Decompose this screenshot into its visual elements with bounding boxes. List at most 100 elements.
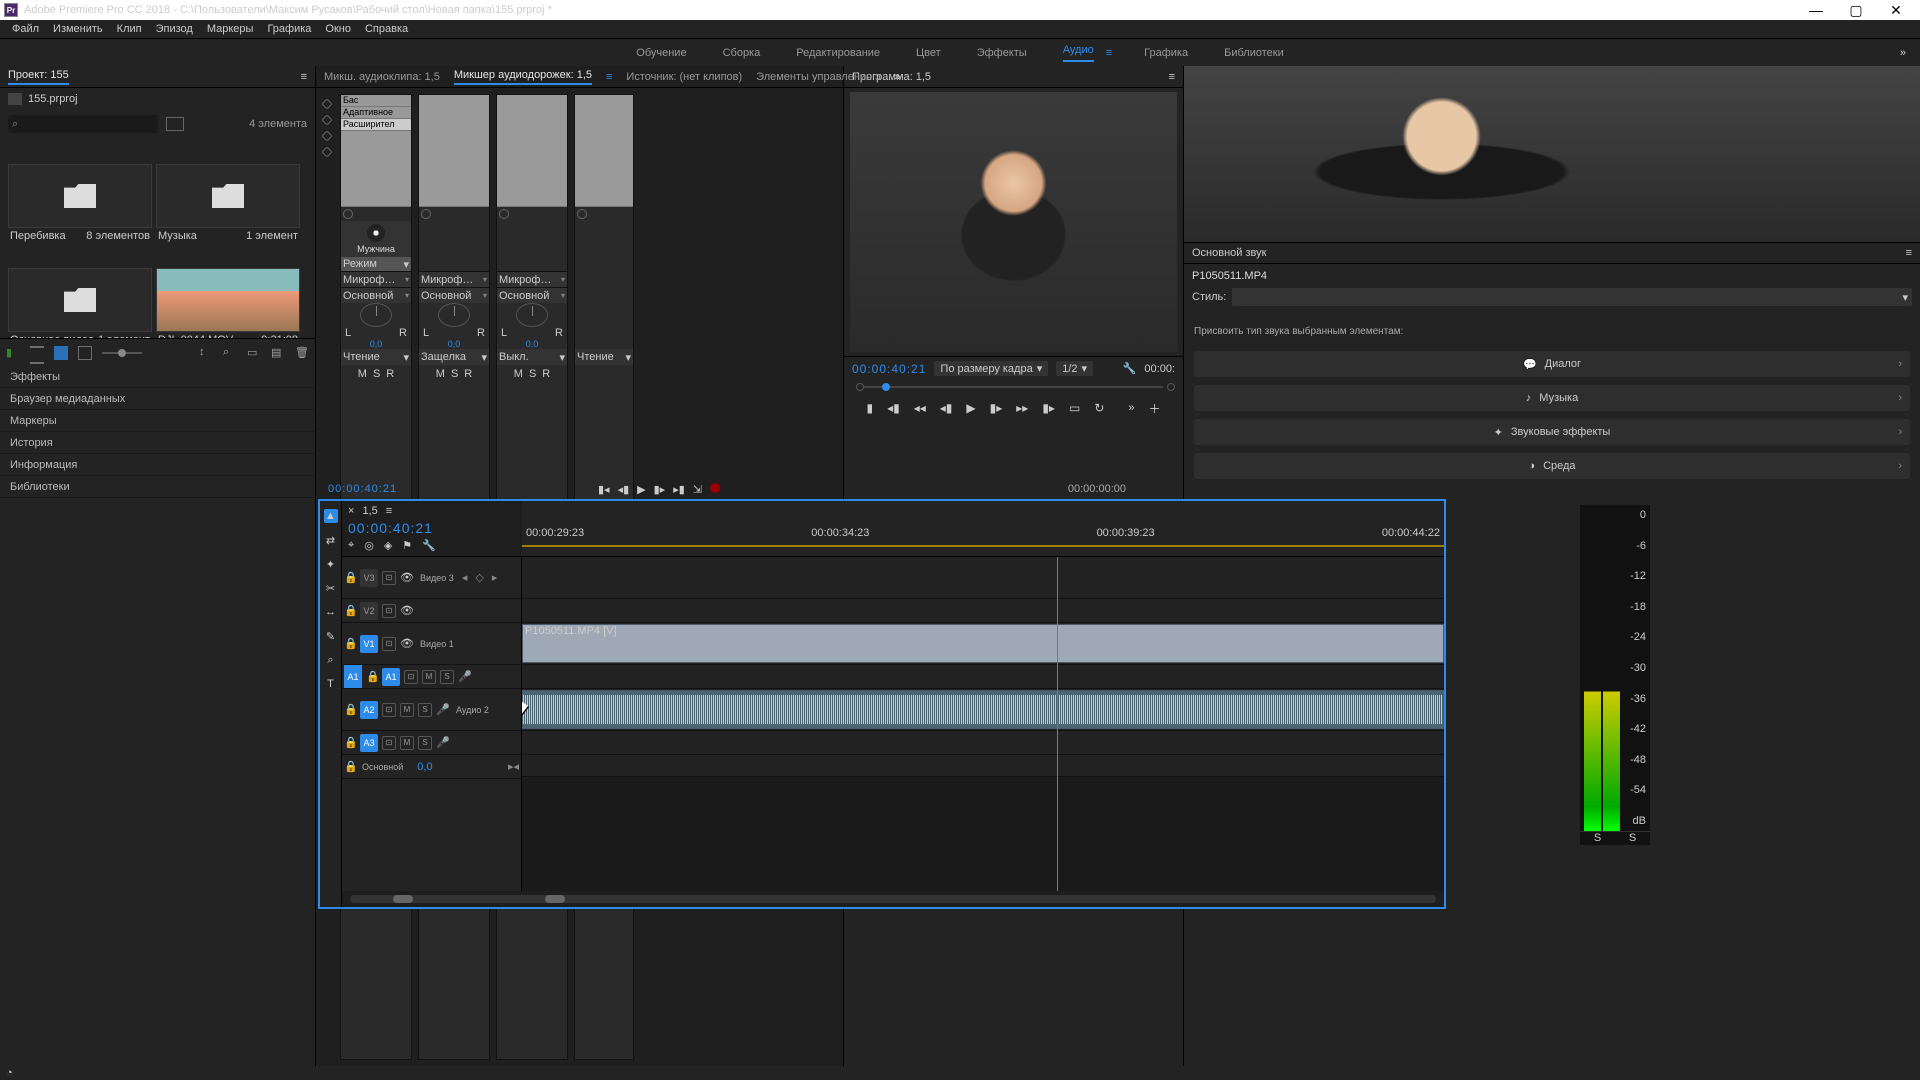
fx-slot-bass[interactable]: Бас	[341, 95, 411, 107]
record-button[interactable]: R	[464, 368, 472, 380]
type-tool[interactable]: T	[324, 677, 338, 691]
go-to-in[interactable]: ▮◂	[598, 483, 610, 496]
mute-button[interactable]: M	[400, 703, 414, 717]
sync-lock[interactable]: ⊡	[382, 604, 396, 618]
new-item-button[interactable]: ▤	[271, 346, 285, 360]
zoom-fit-dropdown[interactable]: По размеру кадра▾	[934, 361, 1048, 376]
output-dropdown[interactable]: Основной▾	[341, 287, 411, 303]
timeline-lanes[interactable]: P1050511.MP4 [V]	[522, 557, 1444, 891]
source-patch[interactable]: A1	[344, 665, 362, 688]
track-target[interactable]: A3	[360, 734, 378, 752]
send-slot[interactable]	[419, 207, 489, 221]
timeline-ruler[interactable]: 00:00:29:23 00:00:34:23 00:00:39:23 00:0…	[522, 501, 1444, 556]
mic-icon[interactable]: 🎤	[458, 670, 472, 683]
workspace-tab-audio[interactable]: Аудио	[1059, 44, 1098, 62]
step-forward-button[interactable]: ▮▸	[990, 401, 1003, 415]
track-v2-header[interactable]: 🔒 V2 ⊡ 👁	[342, 599, 521, 623]
mixer-show-hide-icon[interactable]	[321, 98, 332, 109]
track-target[interactable]: V1	[360, 635, 378, 653]
master-value[interactable]: 0,0	[417, 761, 432, 773]
ambience-button[interactable]: ◑Среда›	[1194, 453, 1910, 479]
sync-lock[interactable]: ⊡	[404, 670, 418, 684]
go-to-in-button[interactable]: ◂◂	[914, 401, 926, 415]
delete-button[interactable]: 🗑	[295, 346, 309, 360]
automation-mode-dropdown[interactable]: Выкл.▾	[497, 349, 567, 365]
mute-button[interactable]: M	[400, 736, 414, 750]
essential-sound-title[interactable]: Основной звук	[1192, 247, 1266, 259]
solo-button[interactable]: S	[373, 368, 380, 380]
linked-sel-icon[interactable]: ◎	[364, 539, 374, 552]
workspace-tab-assembly[interactable]: Сборка	[719, 47, 765, 59]
mixer-fx-icon[interactable]	[321, 114, 332, 125]
tab-effect-controls[interactable]: Элементы управления э	[756, 71, 881, 83]
project-panel-title[interactable]: Проект: 155	[8, 69, 69, 85]
track-target[interactable]: A2	[360, 701, 378, 719]
bin-music[interactable]: Музыка1 элемент	[156, 142, 300, 242]
record-button[interactable]: R	[542, 368, 550, 380]
track-target[interactable]: A1	[382, 668, 400, 686]
mute-button[interactable]: M	[436, 368, 445, 380]
track-a3-header[interactable]: 🔒 A3 ⊡ M S 🎤	[342, 731, 521, 755]
solo-button[interactable]: S	[418, 703, 432, 717]
automation-mode-dropdown[interactable]: Чтение▾	[341, 349, 411, 365]
solo-button[interactable]: S	[451, 368, 458, 380]
program-video[interactable]	[850, 92, 1177, 352]
mute-button[interactable]: M	[358, 368, 367, 380]
solo-button[interactable]: S	[418, 736, 432, 750]
pan-knob[interactable]: LR 0,0	[341, 303, 411, 349]
track-target[interactable]: V2	[360, 602, 378, 620]
mark-in-button[interactable]: ◂▮	[887, 401, 900, 415]
step-fwd[interactable]: ▮▸	[654, 483, 666, 496]
send-slot[interactable]	[497, 207, 567, 221]
track-v3-header[interactable]: 🔒 V3 ⊡ 👁 Видео 3 ◂ ◇ ▸	[342, 557, 521, 599]
video-clip[interactable]: P1050511.MP4 [V]	[522, 624, 1444, 663]
lock-icon[interactable]: 🔒	[344, 571, 356, 584]
icon-view-toggle[interactable]: ▮	[6, 346, 20, 360]
project-search-input[interactable]: ⌕	[8, 115, 158, 133]
sync-lock[interactable]: ⊡	[382, 637, 396, 651]
track-master-header[interactable]: 🔒 Основной 0,0 ▸◂	[342, 755, 521, 779]
mute-button[interactable]: M	[514, 368, 523, 380]
tab-track-mixer[interactable]: Микшер аудиодорожек: 1,5	[454, 69, 592, 85]
prev-keyframe[interactable]: ◂	[462, 571, 468, 584]
panel-libraries[interactable]: Библиотеки	[0, 476, 315, 498]
freeform-view-button[interactable]	[78, 346, 92, 360]
export-frame-button[interactable]: ▭	[1069, 401, 1080, 415]
tab-mixer-menu-icon[interactable]: ≡	[606, 71, 612, 83]
horizontal-scrollbar[interactable]	[350, 895, 1436, 903]
output-dropdown[interactable]: Основной▾	[419, 287, 489, 303]
program-panel-menu-icon[interactable]: ≡	[1169, 71, 1175, 83]
icon-view-button[interactable]	[54, 346, 68, 360]
automation-mode-dropdown[interactable]: Защелка▾	[419, 349, 489, 365]
settings-icon[interactable]: ⚑	[402, 539, 412, 552]
hand-tool[interactable]: ⌕	[324, 653, 338, 667]
fx-slot-expander[interactable]: Расширител	[341, 119, 411, 131]
step-back[interactable]: ◂▮	[618, 483, 630, 496]
audio-clip[interactable]	[522, 690, 1444, 729]
menu-markers[interactable]: Маркеры	[201, 23, 260, 35]
solo-left[interactable]: S	[1594, 832, 1601, 845]
ripple-tool[interactable]: ✦	[324, 557, 338, 571]
mic-icon[interactable]: 🎤	[436, 736, 450, 749]
close-button[interactable]: ✕	[1876, 2, 1916, 19]
insert[interactable]: ⇲	[693, 483, 702, 496]
snap-icon[interactable]: ⌖	[348, 539, 354, 552]
sync-lock[interactable]: ⊡	[382, 703, 396, 717]
panel-info[interactable]: Информация	[0, 454, 315, 476]
pan-knob[interactable]: LR0,0	[419, 303, 489, 349]
essential-sound-menu-icon[interactable]: ≡	[1906, 247, 1912, 259]
eye-icon[interactable]: 👁	[400, 571, 414, 584]
lock-icon[interactable]: 🔒	[344, 637, 356, 650]
menu-clip[interactable]: Клип	[111, 23, 148, 35]
settings-icon[interactable]: 🔧	[1123, 362, 1137, 375]
pan-knob[interactable]: LR0,0	[497, 303, 567, 349]
menu-window[interactable]: Окно	[319, 23, 357, 35]
send-slot[interactable]	[341, 207, 411, 221]
razor-tool[interactable]: ✂	[324, 581, 338, 595]
timeline-playhead[interactable]	[1057, 557, 1058, 891]
lock-icon[interactable]: 🔒	[344, 736, 356, 749]
new-bin-button[interactable]: ▭	[247, 346, 261, 360]
play[interactable]: ▶	[637, 483, 645, 496]
seq-menu-icon[interactable]: ≡	[386, 505, 392, 517]
menu-help[interactable]: Справка	[359, 23, 414, 35]
